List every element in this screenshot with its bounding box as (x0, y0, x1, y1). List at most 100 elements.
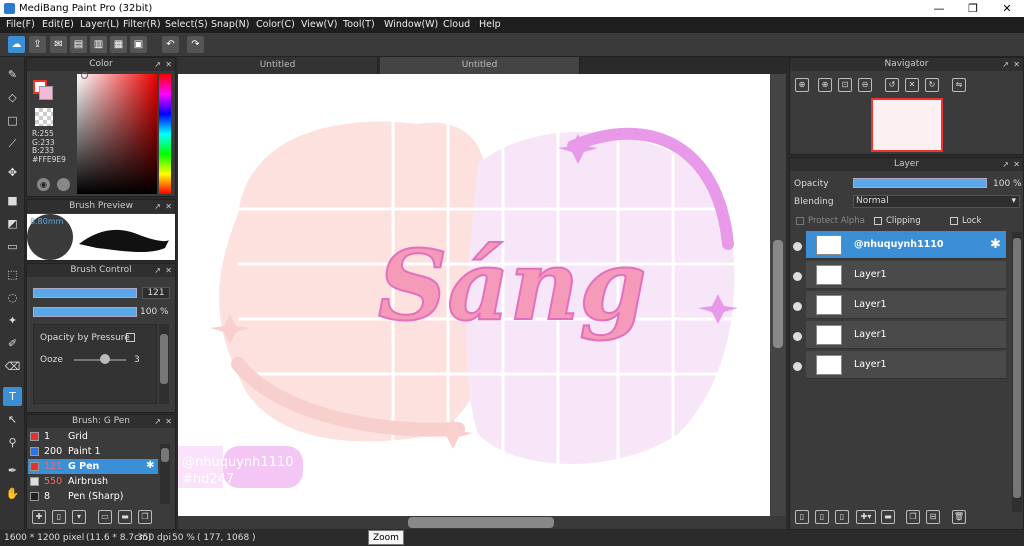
menu-layer[interactable]: Layer(L) (80, 19, 119, 30)
lock-option[interactable]: Lock (950, 216, 981, 226)
blending-select[interactable]: Normal ▾ (853, 195, 1020, 208)
lasso-tool-icon[interactable]: ◌ (3, 288, 22, 307)
menu-tool[interactable]: Tool(T) (343, 19, 375, 30)
visibility-eye-icon[interactable] (793, 362, 802, 371)
zoom-actual-icon[interactable]: ⊕ (818, 78, 832, 92)
menu-filter[interactable]: Filter(R) (123, 19, 161, 30)
ooze-slider-handle[interactable] (100, 354, 110, 364)
grid-icon[interactable]: ▦ (110, 36, 127, 53)
move-tool-icon[interactable]: ✥ (3, 163, 22, 182)
close-button[interactable]: ✕ (990, 0, 1024, 17)
new-8bit-layer-icon[interactable]: ▯ (835, 510, 849, 524)
rotate-left-icon[interactable]: ↺ (885, 78, 899, 92)
merge-layer-icon[interactable]: ⊟ (926, 510, 940, 524)
delete-layer-icon[interactable]: 🗑 (952, 510, 966, 524)
text-tool-icon[interactable]: T (3, 387, 22, 406)
brush-settings-icon[interactable]: ▾ (72, 510, 86, 524)
duplicate-layer-icon[interactable]: ❐ (906, 510, 920, 524)
add-layer-menu-icon[interactable]: ✚▾ (856, 510, 876, 524)
layer-opacity-slider[interactable] (853, 178, 987, 188)
layer-list-scrollbar[interactable] (1012, 232, 1022, 512)
visibility-eye-icon[interactable] (793, 242, 802, 251)
flip-icon[interactable]: ⇋ (952, 78, 966, 92)
eyedropper-tool-icon[interactable]: ⚲ (3, 433, 22, 452)
menu-select[interactable]: Select(S) (165, 19, 208, 30)
select-pen-icon[interactable]: ✐ (3, 334, 22, 353)
zoom-in-icon[interactable]: ⊕ (795, 78, 809, 92)
select-tool-icon[interactable]: ⬚ (3, 265, 22, 284)
palette-icon[interactable]: ◉ (37, 178, 50, 191)
brush-control-scrollbar[interactable] (159, 324, 169, 404)
canvas-vertical-scrollbar[interactable] (770, 74, 786, 516)
menu-color[interactable]: Color(C) (256, 19, 295, 30)
page-icon[interactable]: ▥ (90, 36, 107, 53)
opacity-by-pressure-checkbox[interactable] (126, 333, 135, 342)
brush-item-gpen[interactable]: 121 G Pen ✱ (28, 459, 158, 474)
brush-tool-icon[interactable]: ✎ (3, 65, 22, 84)
magic-wand-icon[interactable]: ✦ (3, 311, 22, 330)
layer-row-selected[interactable]: @nhuquynh1110 ✱ (806, 231, 1006, 259)
brush-item-airbrush[interactable]: 550 Airbrush (28, 474, 158, 489)
chat-icon[interactable]: ✉ (50, 36, 67, 53)
navigator-thumbnail[interactable] (871, 98, 943, 152)
color-wheel-icon[interactable] (57, 178, 70, 191)
tab-untitled-2[interactable]: Untitled (380, 57, 580, 74)
tab-untitled-1[interactable]: Untitled (178, 57, 378, 74)
maximize-button[interactable]: ❐ (956, 0, 990, 17)
layer-row[interactable]: Layer1 (806, 351, 1006, 379)
rotate-right-icon[interactable]: ↻ (925, 78, 939, 92)
brush-item-paint1[interactable]: 200 Paint 1 (28, 444, 158, 459)
reset-rotation-icon[interactable]: ✕ (905, 78, 919, 92)
visibility-eye-icon[interactable] (793, 302, 802, 311)
add-brush-icon[interactable]: ✚ (32, 510, 46, 524)
canvas-area[interactable]: Sáng @nhuquynh1110 #hd247 (178, 74, 786, 516)
color-picker-handle[interactable] (81, 72, 88, 79)
hue-slider[interactable] (159, 74, 171, 194)
layer-row[interactable]: Layer1 (806, 321, 1006, 349)
cloud-icon[interactable]: ☁ (8, 36, 25, 53)
select-eraser-icon[interactable]: ⌫ (3, 357, 22, 376)
menu-help[interactable]: Help (479, 19, 501, 30)
gear-icon[interactable]: ✱ (990, 237, 1001, 252)
visibility-eye-icon[interactable] (793, 332, 802, 341)
line-tool-icon[interactable]: ⟋ (3, 134, 22, 153)
brush-item-pen-sharp[interactable]: 8 Pen (Sharp) (28, 489, 158, 504)
layer-folder-icon[interactable]: ▬ (881, 510, 895, 524)
transparent-color[interactable] (35, 108, 53, 126)
canvas-horizontal-scrollbar[interactable] (178, 516, 786, 529)
shape-tool-icon[interactable]: □ (3, 111, 22, 130)
brush-list-scrollbar[interactable] (160, 444, 170, 504)
comment-icon[interactable]: ▤ (70, 36, 87, 53)
pen-tool-icon[interactable]: ✒ (3, 461, 22, 480)
menu-window[interactable]: Window(W) (384, 19, 438, 30)
brush-opacity-slider[interactable] (33, 307, 137, 317)
clipping-option[interactable]: Clipping (874, 216, 921, 226)
background-color[interactable] (39, 86, 53, 100)
undo-icon[interactable]: ↶ (162, 36, 179, 53)
operation-tool-icon[interactable]: ↖ (3, 410, 22, 429)
brush-folder-icon[interactable]: ▬ (118, 510, 132, 524)
minimize-button[interactable]: — (922, 0, 956, 17)
layer-row[interactable]: Layer1 (806, 291, 1006, 319)
hand-tool-icon[interactable]: ✋ (3, 484, 22, 503)
menu-snap[interactable]: Snap(N) (211, 19, 249, 30)
fill-rect-tool-icon[interactable]: ■ (3, 191, 22, 210)
redo-icon[interactable]: ↷ (187, 36, 204, 53)
zoom-out-icon[interactable]: ⊖ (858, 78, 872, 92)
artwork-canvas[interactable]: Sáng @nhuquynh1110 #hd247 (178, 74, 770, 516)
brush-size-value[interactable]: 121 (142, 287, 170, 299)
brush-item-grid[interactable]: 1 Grid (28, 429, 158, 444)
new-halftone-layer-icon[interactable]: ▯ (815, 510, 829, 524)
visibility-eye-icon[interactable] (793, 272, 802, 281)
new-layer-icon[interactable]: ▯ (795, 510, 809, 524)
layer-row[interactable]: Layer1 (806, 261, 1006, 289)
brush-copy-icon[interactable]: ▭ (98, 510, 112, 524)
menu-cloud[interactable]: Cloud (443, 19, 470, 30)
menu-edit[interactable]: Edit(E) (42, 19, 74, 30)
new-brush-icon[interactable]: ▯ (52, 510, 66, 524)
brush-duplicate-icon[interactable]: ❐ (138, 510, 152, 524)
gear-icon[interactable]: ✱ (146, 460, 154, 471)
eraser-tool-icon[interactable]: ◇ (3, 88, 22, 107)
panels-icon[interactable]: ▣ (130, 36, 147, 53)
bucket-tool-icon[interactable]: ◩ (3, 214, 22, 233)
